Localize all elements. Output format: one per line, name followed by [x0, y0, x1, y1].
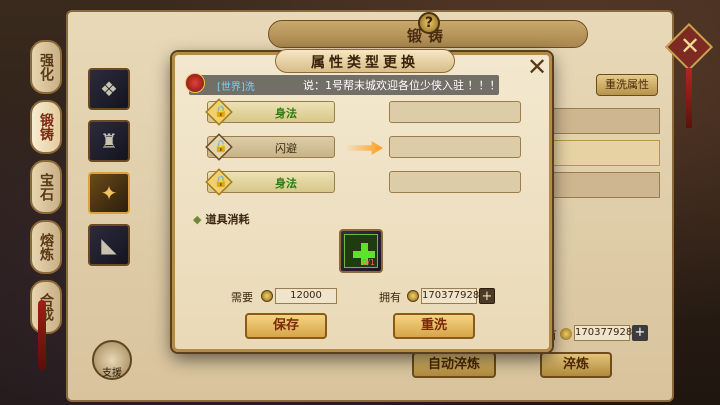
own-value: 170377928 — [421, 288, 479, 304]
coin-icon — [560, 328, 572, 340]
save-button[interactable]: 保存 — [245, 313, 327, 339]
dialog-close-button[interactable]: ✕ — [525, 55, 549, 79]
back-add-currency-button[interactable]: + — [632, 325, 648, 341]
attribute-row-2[interactable]: 🔓 闪避 — [205, 133, 335, 161]
tab-combine[interactable]: 合成 — [30, 280, 62, 334]
announcement-icon — [185, 73, 205, 93]
coin-icon — [407, 290, 419, 302]
dialog-title: 属性类型更换 — [311, 55, 419, 71]
attribute-row-1[interactable]: 🔒 身法 — [205, 98, 335, 126]
new-attribute-slot — [389, 101, 521, 123]
announcement-text: 说：1号帮末城欢迎各位少侠入驻 ！！！ — [303, 79, 501, 92]
attribute-row-3[interactable]: 🔒 身法 — [205, 168, 335, 196]
announcement-prefix: [世界]洗 — [217, 82, 255, 93]
diamond-bullet-icon: ◆ — [193, 213, 202, 226]
new-attribute-slot — [389, 171, 521, 193]
bracer-icon: ❖ — [100, 77, 118, 101]
attribute-name: 闪避 — [275, 142, 297, 155]
item-slot-inner: 0/1 — [344, 234, 378, 268]
own-label: 拥有 — [379, 291, 401, 304]
tab-forge[interactable]: 锻铸 — [30, 100, 62, 154]
side-tabs: 强化 锻铸 宝石 熔炼 合成 — [30, 40, 64, 340]
need-label: 需要 — [231, 291, 253, 304]
new-attribute-slot — [389, 136, 521, 158]
forge-close-icon[interactable]: ✕ — [679, 32, 701, 60]
scroll-rod-decoration — [38, 300, 46, 370]
equip-slot-belt[interactable]: ✦ — [88, 172, 130, 214]
arrow-right-icon — [345, 141, 383, 155]
announcement-bar: [世界]洗 说：1号帮末城欢迎各位少侠入驻 ！！！ — [185, 73, 501, 95]
item-count: 0/1 — [362, 258, 375, 267]
attribute-name: 身法 — [275, 107, 297, 120]
boots-icon: ◣ — [101, 233, 117, 257]
dialog-title-bar: 属性类型更换 — [275, 49, 455, 73]
unlock-icon: 🔓 — [214, 140, 228, 153]
equip-slot-boots[interactable]: ◣ — [88, 224, 130, 266]
tab-strengthen[interactable]: 强化 — [30, 40, 62, 94]
consume-label-text: 道具消耗 — [205, 213, 250, 226]
add-currency-button[interactable]: + — [479, 288, 495, 304]
auto-refine-button[interactable]: 自动淬炼 — [412, 352, 496, 378]
tassel-decoration — [686, 68, 692, 128]
lock-icon: 🔒 — [214, 105, 228, 118]
refine-button[interactable]: 淬炼 — [540, 352, 612, 378]
support-icon[interactable]: 支援 — [92, 340, 132, 380]
consume-section-label: ◆ 道具消耗 — [193, 211, 249, 227]
belt-icon: ✦ — [100, 181, 118, 205]
help-icon[interactable]: ? — [418, 12, 440, 34]
need-value: 12000 — [275, 288, 337, 304]
back-own-value: 170377928 — [574, 325, 632, 341]
armor-icon: ♜ — [100, 129, 118, 153]
reroll-button[interactable]: 重洗 — [393, 313, 475, 339]
reroll-attribute-button[interactable]: 重洗属性 — [596, 74, 658, 96]
tab-gem[interactable]: 宝石 — [30, 160, 62, 214]
attribute-name: 身法 — [275, 177, 297, 190]
attribute-change-dialog: 属性类型更换 ✕ [世界]洗 说：1号帮末城欢迎各位少侠入驻 ！！！ 🔒 身法 … — [172, 49, 552, 352]
equip-slot-bracer[interactable]: ❖ — [88, 68, 130, 110]
tab-smelt[interactable]: 熔炼 — [30, 220, 62, 274]
coin-icon — [261, 290, 273, 302]
consume-item-slot[interactable]: 0/1 — [339, 229, 383, 273]
lock-icon: 🔒 — [214, 175, 228, 188]
equip-slot-armor[interactable]: ♜ — [88, 120, 130, 162]
